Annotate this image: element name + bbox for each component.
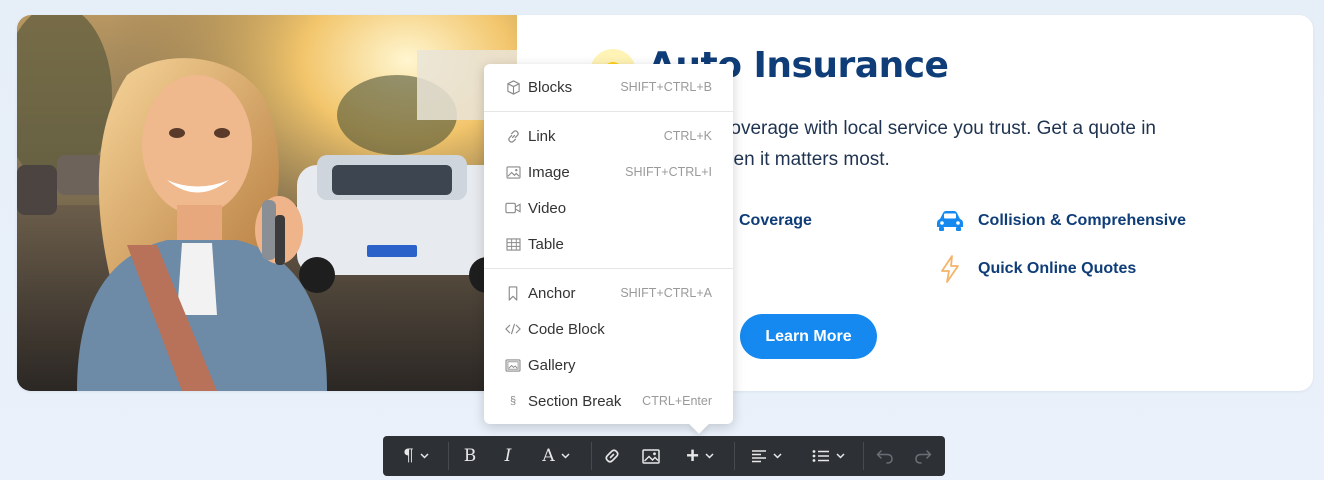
chevron-down-icon	[561, 453, 570, 459]
menu-item-code-block[interactable]: Code Block	[484, 313, 733, 345]
chevron-down-icon	[420, 453, 429, 459]
lightning-icon	[936, 255, 964, 283]
menu-item-blocks[interactable]: Blocks SHIFT+CTRL+B	[484, 71, 733, 103]
menu-item-label: Anchor	[528, 284, 576, 302]
menu-item-image[interactable]: Image SHIFT+CTRL+I	[484, 156, 733, 188]
cube-icon	[505, 79, 521, 95]
feature-coverage: Coverage	[739, 212, 812, 230]
list-icon	[812, 450, 829, 462]
feature-collision-label: Collision & Comprehensive	[978, 212, 1187, 229]
paragraph-icon: ¶	[403, 446, 414, 466]
link-icon	[505, 128, 521, 144]
toolbar-divider	[591, 442, 592, 470]
section-icon: §	[509, 395, 517, 407]
menu-item-label: Gallery	[528, 356, 576, 374]
toolbar-divider	[863, 442, 864, 470]
text-color-icon: A	[542, 446, 555, 466]
menu-item-label: Table	[528, 235, 564, 253]
editor-toolbar: ¶ B I A +	[383, 436, 945, 476]
menu-item-shortcut: SHIFT+CTRL+B	[620, 80, 712, 94]
insert-image-button[interactable]	[636, 436, 666, 476]
align-left-icon	[751, 450, 766, 463]
bold-button[interactable]: B	[455, 436, 485, 476]
menu-item-shortcut: SHIFT+CTRL+A	[620, 286, 712, 300]
gallery-icon	[505, 357, 521, 373]
image-icon	[505, 164, 521, 180]
link-icon	[605, 449, 619, 463]
insert-menu-button[interactable]: +	[675, 436, 725, 476]
menu-item-label: Link	[528, 127, 556, 145]
menu-item-label: Image	[528, 163, 570, 181]
code-icon	[505, 321, 521, 337]
car-icon	[936, 207, 964, 235]
menu-item-label: Blocks	[528, 78, 573, 96]
menu-item-label: Video	[528, 199, 567, 217]
menu-item-label: Section Break	[528, 392, 622, 410]
hero-photo	[17, 15, 517, 391]
list-button[interactable]	[803, 436, 853, 476]
italic-button[interactable]: I	[493, 436, 523, 476]
menu-item-shortcut: CTRL+Enter	[642, 394, 712, 408]
image-icon	[642, 448, 660, 464]
menu-item-link[interactable]: Link CTRL+K	[484, 120, 733, 152]
menu-arrow	[689, 414, 709, 434]
video-icon	[505, 200, 521, 216]
menu-divider	[484, 268, 733, 269]
toolbar-divider	[734, 442, 735, 470]
menu-item-gallery[interactable]: Gallery	[484, 349, 733, 381]
hero-description-line-1: ble auto coverage with local service you…	[648, 118, 1156, 139]
hero-description-line-2: idance when it matters most.	[648, 149, 890, 170]
menu-item-table[interactable]: Table	[484, 228, 733, 260]
hero-description: ble auto coverage with local service you…	[648, 113, 1308, 175]
feature-collision: Collision & Comprehensive	[936, 207, 1186, 235]
menu-item-shortcut: CTRL+K	[663, 129, 712, 143]
insert-link-button[interactable]	[597, 436, 627, 476]
bookmark-icon	[505, 285, 521, 301]
feature-quotes-label: Quick Online Quotes	[978, 260, 1137, 277]
bold-icon: B	[463, 446, 477, 466]
undo-button[interactable]	[870, 436, 900, 476]
chevron-down-icon	[835, 453, 845, 459]
italic-icon: I	[504, 446, 512, 466]
menu-item-section-break[interactable]: § Section Break CTRL+Enter	[484, 385, 733, 417]
feature-coverage-label: Coverage	[739, 212, 812, 229]
plus-icon: +	[686, 443, 699, 468]
align-button[interactable]	[741, 436, 791, 476]
menu-item-video[interactable]: Video	[484, 192, 733, 224]
menu-item-anchor[interactable]: Anchor SHIFT+CTRL+A	[484, 277, 733, 309]
toolbar-divider	[448, 442, 449, 470]
insert-dropdown-menu: Blocks SHIFT+CTRL+B Link CTRL+K Image SH…	[484, 64, 733, 434]
learn-more-button[interactable]: Learn More	[740, 314, 877, 359]
chevron-down-icon	[705, 453, 714, 459]
menu-item-label: Code Block	[528, 320, 605, 338]
text-color-button[interactable]: A	[531, 436, 581, 476]
undo-icon	[876, 450, 893, 464]
chevron-down-icon	[772, 453, 782, 459]
menu-item-shortcut: SHIFT+CTRL+I	[625, 165, 712, 179]
table-icon	[505, 236, 521, 252]
redo-icon	[915, 450, 932, 464]
feature-quotes: Quick Online Quotes	[936, 255, 1136, 283]
menu-divider	[484, 111, 733, 112]
redo-button[interactable]	[908, 436, 938, 476]
paragraph-format-button[interactable]: ¶	[391, 436, 441, 476]
